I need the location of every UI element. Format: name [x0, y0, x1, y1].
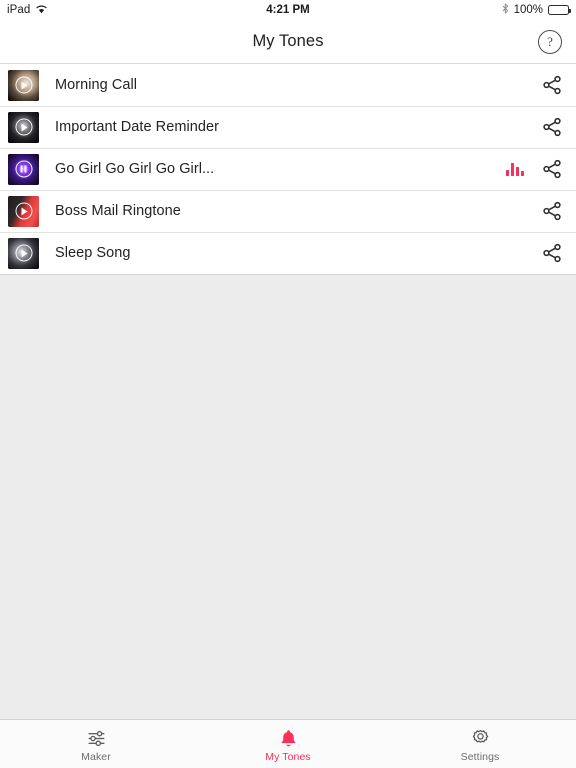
- tone-title: Boss Mail Ringtone: [55, 203, 181, 219]
- tab-label: Maker: [81, 751, 111, 763]
- play-icon: [15, 76, 32, 94]
- list-item[interactable]: Go Girl Go Girl Go Girl...: [0, 148, 576, 190]
- list-item[interactable]: Boss Mail Ringtone: [0, 190, 576, 232]
- tone-title: Morning Call: [55, 77, 137, 93]
- bluetooth-icon: [502, 3, 509, 17]
- play-icon: [15, 118, 32, 136]
- sliders-icon: [86, 727, 107, 749]
- tab-my-tones[interactable]: My Tones: [192, 720, 384, 768]
- share-icon[interactable]: [541, 158, 563, 180]
- tab-label: Settings: [460, 751, 500, 763]
- device-name: iPad: [7, 4, 31, 16]
- row-actions: [541, 200, 563, 222]
- gear-icon: [470, 727, 491, 749]
- status-bar-left: iPad: [7, 4, 48, 17]
- tone-artwork-boss-mail-ringtone[interactable]: [8, 195, 39, 227]
- share-icon[interactable]: [541, 200, 563, 222]
- tab-bar: Maker My Tones Settings: [0, 719, 576, 768]
- wifi-icon: [35, 4, 48, 17]
- row-actions: [506, 158, 563, 180]
- battery-percent: 100%: [513, 4, 543, 16]
- share-icon[interactable]: [541, 116, 563, 138]
- app-screen: iPad 4:21 PM 100% My Tones ? Morning Cal…: [0, 0, 576, 768]
- row-actions: [541, 242, 563, 264]
- list-item[interactable]: Important Date Reminder: [0, 106, 576, 148]
- list-item[interactable]: Morning Call: [0, 64, 576, 106]
- play-icon: [15, 244, 32, 262]
- share-icon[interactable]: [541, 242, 563, 264]
- battery-full-icon: [548, 5, 571, 15]
- row-actions: [541, 74, 563, 96]
- list-item[interactable]: Sleep Song: [0, 232, 576, 274]
- tone-artwork-important-date-reminder[interactable]: [8, 111, 39, 143]
- equalizer-icon: [506, 162, 524, 176]
- tones-list: Morning Call Important Date Reminder Go …: [0, 64, 576, 275]
- status-bar-time: 4:21 PM: [266, 4, 310, 16]
- tab-settings[interactable]: Settings: [384, 720, 576, 768]
- tone-artwork-sleep-song[interactable]: [8, 237, 39, 269]
- tone-title: Sleep Song: [55, 245, 131, 261]
- question-mark-icon: ?: [547, 33, 553, 49]
- status-bar-right: 100%: [502, 3, 571, 17]
- tone-artwork-go-girl[interactable]: [8, 153, 39, 185]
- tone-title: Important Date Reminder: [55, 119, 219, 135]
- play-icon: [15, 202, 32, 220]
- tab-label: My Tones: [265, 751, 311, 763]
- nav-bar: My Tones ?: [0, 20, 576, 64]
- bell-icon: [278, 727, 299, 749]
- share-icon[interactable]: [541, 74, 563, 96]
- tone-title: Go Girl Go Girl Go Girl...: [55, 161, 215, 177]
- pause-icon: [15, 160, 32, 178]
- row-actions: [541, 116, 563, 138]
- tab-maker[interactable]: Maker: [0, 720, 192, 768]
- status-bar: iPad 4:21 PM 100%: [0, 0, 576, 20]
- page-title: My Tones: [252, 32, 324, 50]
- empty-content-area: [0, 275, 576, 719]
- tone-artwork-morning-call[interactable]: [8, 69, 39, 101]
- help-button[interactable]: ?: [538, 29, 562, 54]
